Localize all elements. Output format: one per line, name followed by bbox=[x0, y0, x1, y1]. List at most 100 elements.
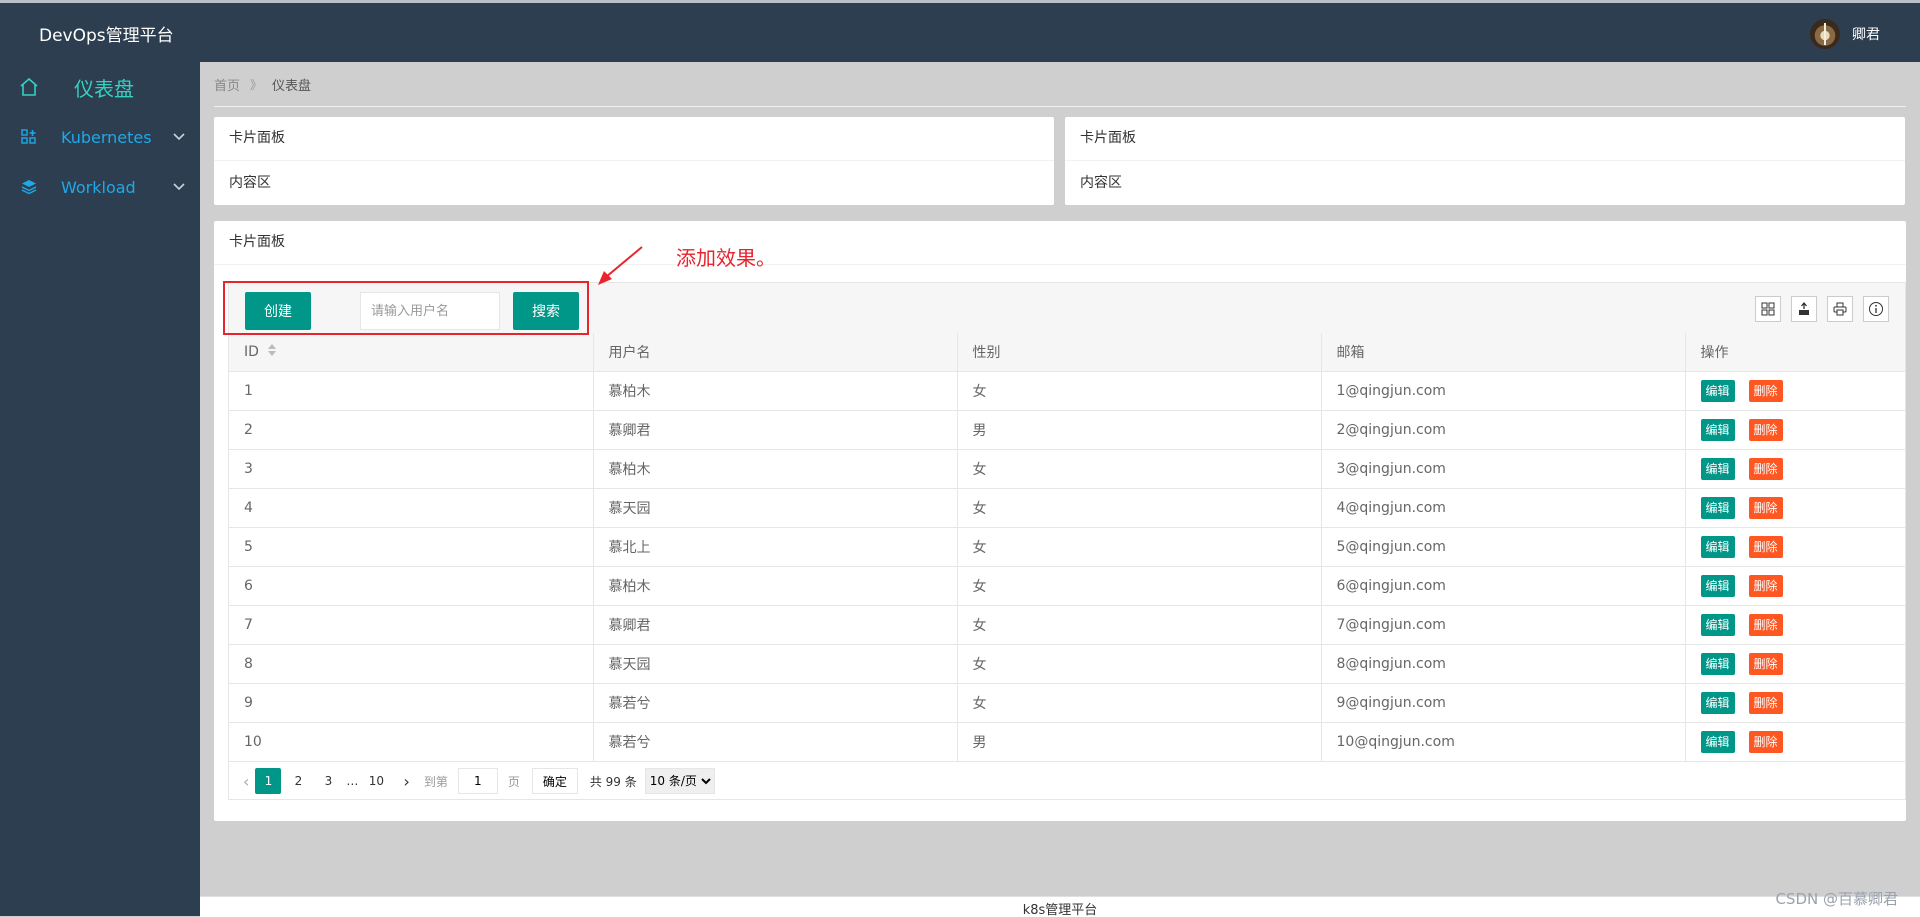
cell-username: 慕柏木 bbox=[593, 566, 958, 606]
goto-page-input[interactable] bbox=[457, 768, 498, 794]
edit-button[interactable]: 编辑 bbox=[1700, 497, 1735, 519]
apps-icon bbox=[18, 126, 40, 148]
cell-actions: 编辑 删除 bbox=[1685, 449, 1905, 489]
goto-confirm-button[interactable]: 确定 bbox=[531, 768, 578, 794]
cell-actions: 编辑 删除 bbox=[1685, 605, 1905, 645]
delete-button[interactable]: 删除 bbox=[1748, 653, 1783, 675]
edit-button[interactable]: 编辑 bbox=[1700, 419, 1735, 441]
chevron-down-icon bbox=[173, 183, 185, 191]
info-icon[interactable] bbox=[1863, 296, 1889, 322]
sidebar-item-dashboard[interactable]: 仪表盘 bbox=[0, 62, 200, 112]
table-row: 9 慕若兮女 9@qingjun.com 编辑 删除 bbox=[229, 683, 1905, 723]
delete-button[interactable]: 删除 bbox=[1748, 458, 1783, 480]
cell-username: 慕柏木 bbox=[593, 371, 958, 411]
column-header-username: 用户名 bbox=[593, 333, 958, 372]
cell-actions: 编辑 删除 bbox=[1685, 566, 1905, 606]
cell-gender: 女 bbox=[957, 566, 1322, 606]
cell-gender: 女 bbox=[957, 527, 1322, 567]
home-icon bbox=[18, 76, 40, 98]
total-count: 共 99 条 bbox=[589, 774, 637, 789]
delete-button[interactable]: 删除 bbox=[1748, 380, 1783, 402]
cell-gender: 女 bbox=[957, 605, 1322, 645]
card-panel-left: 卡片面板 内容区 bbox=[214, 117, 1054, 205]
edit-button[interactable]: 编辑 bbox=[1700, 614, 1735, 636]
annotation-highlight-box bbox=[223, 281, 589, 335]
edit-button[interactable]: 编辑 bbox=[1700, 380, 1735, 402]
cell-id: 1 bbox=[229, 371, 594, 411]
data-table: 创建 搜索 bbox=[228, 282, 1906, 800]
cell-email: 8@qingjun.com bbox=[1321, 644, 1686, 684]
cell-gender: 女 bbox=[957, 488, 1322, 528]
cell-id: 10 bbox=[229, 722, 594, 762]
page-size-select[interactable]: 10 条/页 bbox=[644, 768, 715, 794]
next-page-icon[interactable]: › bbox=[403, 772, 409, 791]
edit-button[interactable]: 编辑 bbox=[1700, 692, 1735, 714]
goto-suffix: 页 bbox=[507, 774, 520, 789]
print-icon[interactable] bbox=[1827, 296, 1853, 322]
sidebar-item-kubernetes[interactable]: Kubernetes bbox=[0, 112, 200, 162]
delete-button[interactable]: 删除 bbox=[1748, 419, 1783, 441]
edit-button[interactable]: 编辑 bbox=[1700, 575, 1735, 597]
delete-button[interactable]: 删除 bbox=[1748, 692, 1783, 714]
cell-email: 10@qingjun.com bbox=[1321, 722, 1686, 762]
export-icon[interactable] bbox=[1791, 296, 1817, 322]
card-title: 卡片面板 bbox=[214, 117, 1054, 161]
columns-filter-icon[interactable] bbox=[1755, 296, 1781, 322]
page-3[interactable]: 3 bbox=[315, 768, 341, 794]
delete-button[interactable]: 删除 bbox=[1748, 614, 1783, 636]
cell-id: 8 bbox=[229, 644, 594, 684]
cell-username: 慕若兮 bbox=[593, 683, 958, 723]
cell-gender: 女 bbox=[957, 683, 1322, 723]
cell-username: 慕天园 bbox=[593, 644, 958, 684]
avatar[interactable] bbox=[1810, 19, 1840, 49]
delete-button[interactable]: 删除 bbox=[1748, 536, 1783, 558]
breadcrumb-separator: 》 bbox=[250, 77, 263, 92]
sidebar-item-label: Workload bbox=[61, 177, 136, 197]
table-row: 6 慕柏木女 6@qingjun.com 编辑 删除 bbox=[229, 566, 1905, 606]
top-header: DevOps管理平台 卿君 bbox=[0, 0, 1920, 62]
cell-id: 7 bbox=[229, 605, 594, 645]
user-menu[interactable]: 卿君 bbox=[1810, 19, 1880, 49]
cell-email: 1@qingjun.com bbox=[1321, 371, 1686, 411]
table-row: 3 慕柏木女 3@qingjun.com 编辑 删除 bbox=[229, 449, 1905, 489]
edit-button[interactable]: 编辑 bbox=[1700, 731, 1735, 753]
table-row: 7 慕卿君女 7@qingjun.com 编辑 删除 bbox=[229, 605, 1905, 645]
breadcrumb-home[interactable]: 首页 bbox=[214, 75, 240, 94]
cell-email: 9@qingjun.com bbox=[1321, 683, 1686, 723]
cell-gender: 男 bbox=[957, 722, 1322, 762]
delete-button[interactable]: 删除 bbox=[1748, 575, 1783, 597]
card-body: 内容区 bbox=[229, 175, 271, 191]
cell-username: 慕天园 bbox=[593, 488, 958, 528]
goto-label: 到第 bbox=[423, 774, 448, 789]
page-1[interactable]: 1 bbox=[255, 768, 282, 794]
cell-actions: 编辑 删除 bbox=[1685, 644, 1905, 684]
page-last[interactable]: 10 bbox=[363, 768, 389, 794]
column-header-id[interactable]: ID bbox=[229, 333, 594, 372]
cell-id: 3 bbox=[229, 449, 594, 489]
username[interactable]: 卿君 bbox=[1852, 24, 1880, 44]
layers-icon bbox=[18, 176, 40, 198]
sidebar-item-workload[interactable]: Workload bbox=[0, 162, 200, 212]
cell-id: 4 bbox=[229, 488, 594, 528]
cell-id: 5 bbox=[229, 527, 594, 567]
cell-username: 慕卿君 bbox=[593, 410, 958, 450]
card-body: 内容区 bbox=[1080, 175, 1122, 191]
brand-title: DevOps管理平台 bbox=[39, 26, 174, 46]
page-2[interactable]: 2 bbox=[285, 768, 311, 794]
edit-button[interactable]: 编辑 bbox=[1700, 653, 1735, 675]
cell-gender: 女 bbox=[957, 449, 1322, 489]
cell-id: 6 bbox=[229, 566, 594, 606]
cell-email: 6@qingjun.com bbox=[1321, 566, 1686, 606]
sort-icon[interactable] bbox=[267, 343, 277, 361]
prev-page-icon[interactable]: ‹ bbox=[243, 772, 249, 791]
cell-actions: 编辑 删除 bbox=[1685, 371, 1905, 411]
delete-button[interactable]: 删除 bbox=[1748, 497, 1783, 519]
pagination: ‹ 1 2 3 … 10 › 到第 页 确定 共 99 条 10 条/页 bbox=[229, 764, 1905, 798]
edit-button[interactable]: 编辑 bbox=[1700, 458, 1735, 480]
column-header-email: 邮箱 bbox=[1321, 333, 1686, 372]
cell-username: 慕柏木 bbox=[593, 449, 958, 489]
edit-button[interactable]: 编辑 bbox=[1700, 536, 1735, 558]
sidebar-item-label: Kubernetes bbox=[61, 127, 152, 147]
card-panel-right: 卡片面板 内容区 bbox=[1065, 117, 1905, 205]
delete-button[interactable]: 删除 bbox=[1748, 731, 1783, 753]
